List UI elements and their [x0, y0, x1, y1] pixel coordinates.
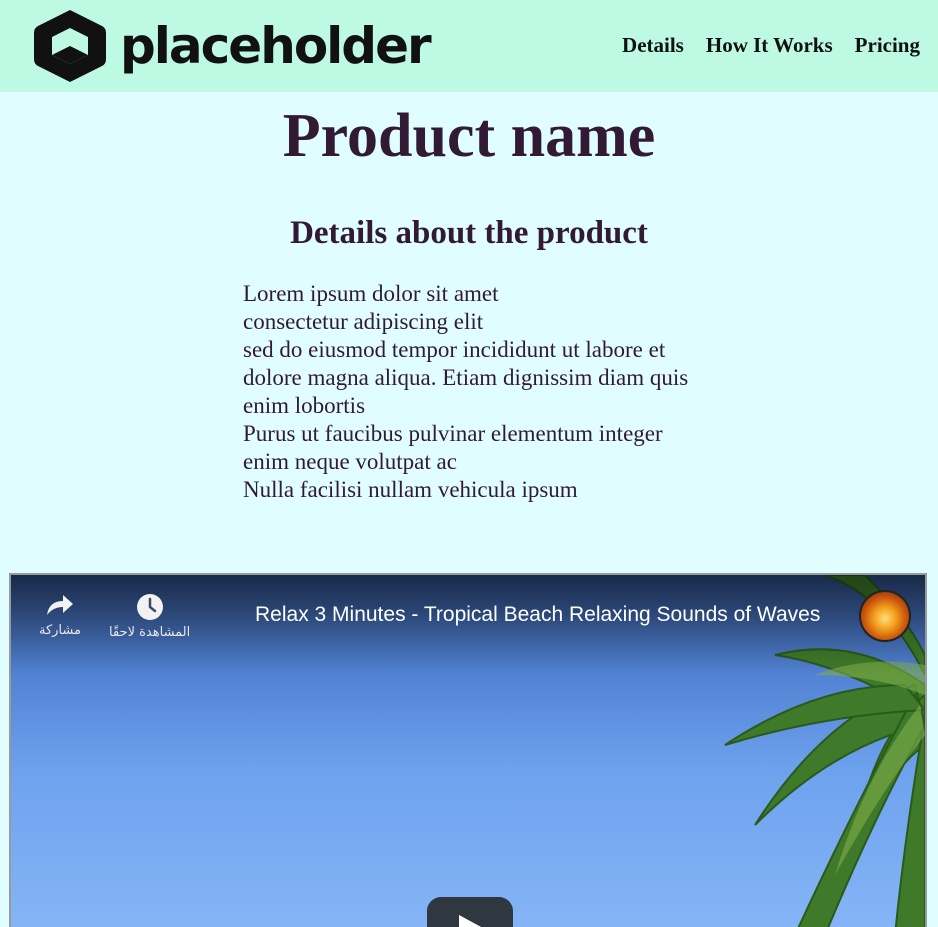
play-button[interactable]	[427, 897, 513, 927]
product-description: Lorem ipsum dolor sit amet consectetur a…	[243, 280, 763, 504]
description-line: dolore magna aliqua. Etiam dignissim dia…	[243, 365, 689, 390]
clock-icon	[136, 594, 163, 620]
nav-link-pricing[interactable]: Pricing	[855, 33, 920, 58]
logo[interactable]: placeholder	[30, 6, 432, 86]
description-line: Nulla facilisi nullam vehicula ipsum	[243, 477, 578, 502]
watch-later-button[interactable]: المشاهدة لاحقًا	[109, 593, 190, 640]
watch-later-label: المشاهدة لاحقًا	[109, 625, 191, 640]
nav-link-details[interactable]: Details	[622, 33, 684, 58]
share-label: مشاركة	[39, 623, 81, 638]
video-title[interactable]: Relax 3 Minutes - Tropical Beach Relaxin…	[255, 603, 820, 627]
nav-link-how-it-works[interactable]: How It Works	[706, 33, 833, 58]
video-player[interactable]: مشاركة المشاهدة لاحقًا Relax 3 Minutes -…	[9, 573, 927, 927]
main-nav: Details How It Works Pricing	[622, 33, 920, 58]
product-title: Product name	[282, 102, 656, 170]
description-line: Lorem ipsum dolor sit amet	[243, 281, 499, 306]
product-subtitle: Details about the product	[290, 215, 648, 251]
description-line: Purus ut faucibus pulvinar elementum int…	[243, 421, 663, 446]
site-header: placeholder Details How It Works Pricing	[0, 0, 938, 92]
share-button[interactable]: مشاركة	[39, 593, 81, 638]
description-line: sed do eiusmod tempor incididunt ut labo…	[243, 337, 666, 362]
description-line: enim lobortis	[243, 393, 366, 418]
description-line: enim neque volutpat ac	[243, 449, 457, 474]
description-line: consectetur adipiscing elit	[243, 309, 484, 334]
logo-mark-icon	[34, 10, 106, 82]
share-icon	[46, 595, 73, 615]
channel-avatar[interactable]	[859, 590, 911, 642]
logo-text: placeholder	[120, 17, 432, 75]
